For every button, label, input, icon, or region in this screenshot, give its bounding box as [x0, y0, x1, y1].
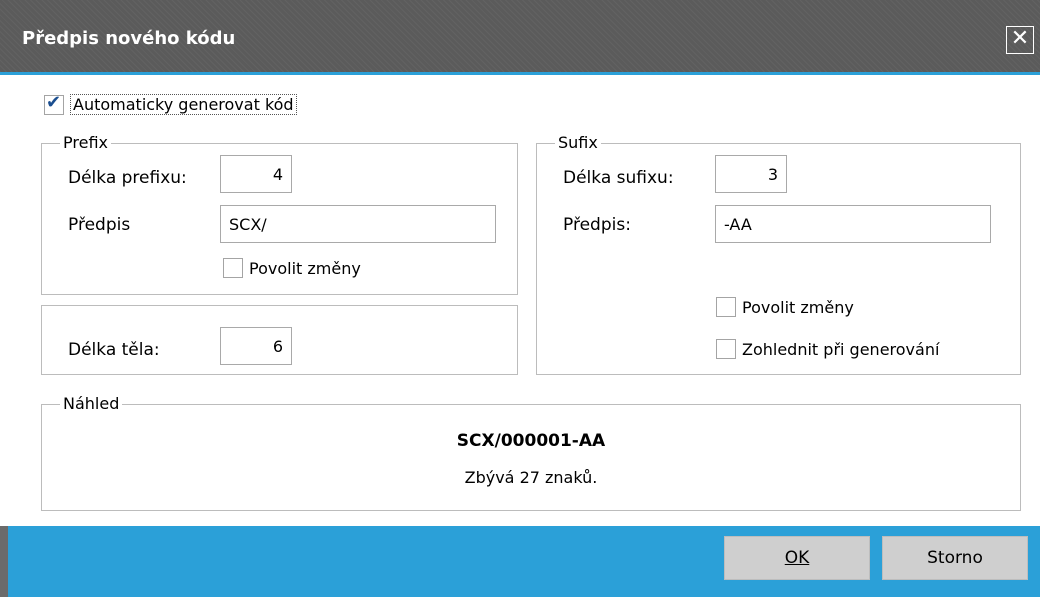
suffix-allow-changes-label[interactable]: Povolit změny [742, 298, 854, 317]
dialog-title: Předpis nového kódu [22, 28, 236, 49]
prefix-allow-changes-checkbox[interactable] [223, 258, 243, 278]
footer-edge [0, 526, 8, 597]
ok-button-label: OK [784, 548, 810, 568]
body-length-input[interactable] [220, 327, 292, 365]
dialog-window: Předpis nového kódu ✕ ✔ Automaticky gene… [0, 0, 1040, 597]
suffix-consider-checkbox[interactable] [716, 339, 736, 359]
ok-button[interactable]: OK [724, 536, 870, 580]
suffix-pattern-label: Předpis: [563, 215, 631, 235]
suffix-length-input[interactable] [715, 155, 787, 193]
suffix-legend: Sufix [555, 133, 601, 152]
close-icon[interactable]: ✕ [1006, 26, 1034, 54]
cancel-button-label: Storno [927, 548, 983, 568]
prefix-allow-changes-label[interactable]: Povolit změny [249, 259, 361, 278]
auto-generate-label[interactable]: Automaticky generovat kód [70, 94, 297, 115]
check-icon: ✔ [46, 92, 62, 113]
prefix-pattern-label: Předpis [68, 215, 131, 235]
suffix-pattern-input[interactable] [715, 205, 991, 243]
auto-generate-checkbox[interactable]: ✔ [44, 92, 64, 115]
preview-remaining-text: Zbývá 27 znaků. [464, 468, 598, 487]
title-accent-line [0, 72, 1040, 75]
body-length-label: Délka těla: [68, 340, 160, 360]
prefix-legend: Prefix [60, 133, 111, 152]
suffix-consider-label[interactable]: Zohlednit při generování [742, 340, 939, 359]
preview-code: SCX/000001-AA [456, 431, 606, 451]
cancel-button[interactable]: Storno [882, 536, 1028, 580]
prefix-length-label: Délka prefixu: [68, 168, 187, 188]
preview-group: Náhled SCX/000001-AA Zbývá 27 znaků. [41, 394, 1021, 511]
title-bar[interactable]: Předpis nového kódu ✕ [0, 0, 1040, 72]
suffix-length-label: Délka sufixu: [563, 168, 674, 188]
suffix-allow-changes-checkbox[interactable] [716, 297, 736, 317]
prefix-pattern-input[interactable] [220, 205, 496, 243]
preview-legend: Náhled [60, 394, 123, 413]
prefix-length-input[interactable] [220, 155, 292, 193]
